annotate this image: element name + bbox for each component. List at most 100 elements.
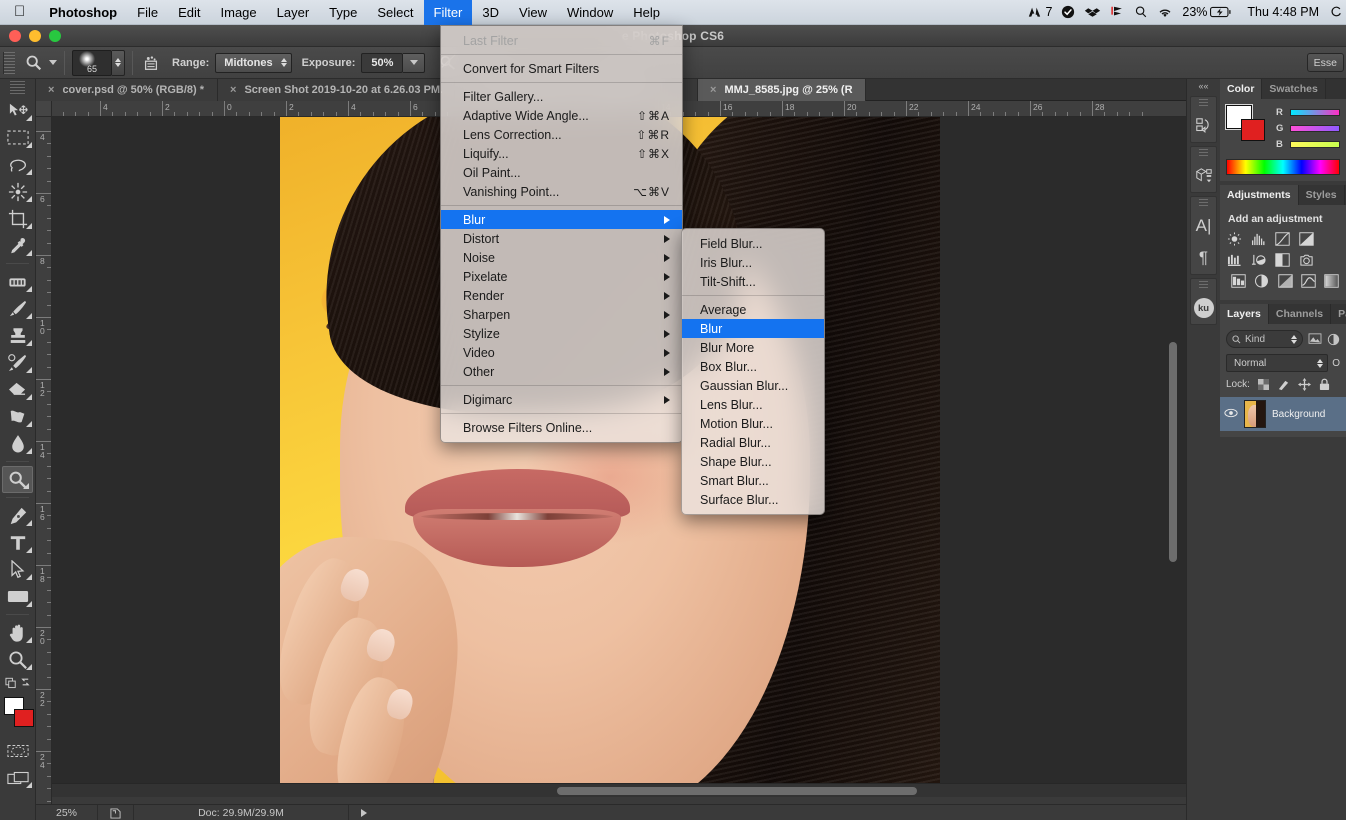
menu-item-gaussian-blur[interactable]: Gaussian Blur...	[682, 376, 824, 395]
menu-item-pixelate[interactable]: Pixelate	[441, 267, 682, 286]
range-select[interactable]: Midtones	[215, 52, 292, 73]
posterize-icon[interactable]	[1300, 273, 1316, 288]
panel-rail-grip[interactable]	[1199, 99, 1208, 108]
menu-type[interactable]: Type	[319, 0, 367, 25]
screen-mode-icon[interactable]	[0, 764, 35, 791]
dropbox-icon[interactable]	[1084, 6, 1101, 19]
3d-panel-icon[interactable]	[1191, 160, 1216, 192]
pen-tool-icon[interactable]	[0, 502, 35, 529]
history-brush-tool-icon[interactable]	[0, 349, 35, 376]
hand-tool-icon[interactable]	[0, 619, 35, 646]
status-menu-icon[interactable]	[98, 804, 134, 820]
menu-filter[interactable]: Filter	[423, 0, 473, 25]
color-tab-color[interactable]: Color	[1220, 79, 1263, 99]
options-bar-grip[interactable]	[3, 51, 15, 74]
levels-icon[interactable]	[1250, 231, 1267, 246]
rectangular-marquee-tool-icon[interactable]	[0, 124, 35, 151]
photo-filter-icon[interactable]	[1230, 273, 1246, 288]
checkmark-circle-icon[interactable]	[1061, 5, 1075, 19]
quick-selection-tool-icon[interactable]	[0, 178, 35, 205]
menu-layer[interactable]: Layer	[267, 0, 320, 25]
color-channel-b[interactable]: B	[1276, 139, 1340, 150]
layer-thumbnail[interactable]	[1244, 400, 1266, 428]
menu-view[interactable]: View	[509, 0, 557, 25]
menu-item-browse-filters-online[interactable]: Browse Filters Online...	[441, 418, 682, 437]
adjustments-tab-styles[interactable]: Styles	[1298, 185, 1345, 205]
lock-position-icon[interactable]	[1297, 378, 1311, 391]
invert-icon[interactable]	[1277, 273, 1293, 288]
tool-preset-chevron-down-icon[interactable]	[49, 60, 57, 65]
vertical-scroll-thumb[interactable]	[1169, 342, 1177, 562]
menu-item-last-filter[interactable]: Last Filter ⌘F	[441, 31, 682, 50]
menu-3d[interactable]: 3D	[472, 0, 509, 25]
channel-slider[interactable]	[1290, 141, 1340, 148]
dodge-tool-icon[interactable]	[2, 466, 33, 493]
vertical-ruler[interactable]: 4 6 8 10 12 14 16 18 20 22 24	[36, 117, 52, 820]
layer-filter-kind-select[interactable]: Kind	[1226, 330, 1303, 348]
color-tab-swatches[interactable]: Swatches	[1262, 79, 1326, 99]
filter-menu[interactable]: Last Filter ⌘F Convert for Smart Filters Fi…	[440, 25, 683, 443]
crop-tool-icon[interactable]	[0, 205, 35, 232]
layers-tab-path[interactable]: Path	[1331, 304, 1346, 324]
menu-item-shape-blur[interactable]: Shape Blur...	[682, 452, 824, 471]
brush-preview[interactable]: 65	[72, 49, 112, 76]
hue-saturation-icon[interactable]	[1250, 252, 1267, 267]
menu-item-blur[interactable]: Blur	[682, 319, 824, 338]
menu-item-stylize[interactable]: Stylize	[441, 324, 682, 343]
menu-item-convert-for-smart-filters[interactable]: Convert for Smart Filters	[441, 59, 682, 78]
menu-item-field-blur[interactable]: Field Blur...	[682, 234, 824, 253]
layer-row[interactable]: Background	[1220, 397, 1346, 431]
background-color-swatch[interactable]	[14, 709, 34, 727]
vibrance-icon[interactable]	[1226, 252, 1243, 267]
channel-mixer-icon[interactable]	[1253, 273, 1269, 288]
menu-item-render[interactable]: Render	[441, 286, 682, 305]
filter-pixel-layers-icon[interactable]	[1308, 333, 1322, 345]
layer-visibility-toggle-icon[interactable]	[1224, 405, 1238, 423]
horizontal-scroll-thumb[interactable]	[557, 787, 917, 795]
lock-transparent-pixels-icon[interactable]	[1257, 379, 1269, 390]
siri-icon[interactable]	[1330, 6, 1342, 18]
menu-item-liquify[interactable]: Liquify... ⇧⌘X	[441, 144, 682, 163]
quick-mask-icon[interactable]	[0, 737, 35, 764]
canvas-vertical-scrollbar[interactable]	[1166, 117, 1180, 797]
close-tab-icon[interactable]: ×	[230, 84, 236, 96]
layers-tab-layers[interactable]: Layers	[1220, 304, 1269, 324]
clone-stamp-tool-icon[interactable]	[0, 322, 35, 349]
collapse-panels-icon[interactable]: ««	[1187, 79, 1220, 93]
threshold-icon[interactable]	[1324, 273, 1340, 288]
menu-item-motion-blur[interactable]: Motion Blur...	[682, 414, 824, 433]
menu-item-surface-blur[interactable]: Surface Blur...	[682, 490, 824, 509]
menu-item-blur[interactable]: Blur	[441, 210, 682, 229]
menu-item-digimarc[interactable]: Digimarc	[441, 390, 682, 409]
menu-item-iris-blur[interactable]: Iris Blur...	[682, 253, 824, 272]
brush-tool-icon[interactable]	[0, 295, 35, 322]
menu-item-blur-more[interactable]: Blur More	[682, 338, 824, 357]
menu-item-oil-paint[interactable]: Oil Paint...	[441, 163, 682, 182]
color-spectrum-ramp[interactable]	[1226, 159, 1340, 175]
menu-item-vanishing-point[interactable]: Vanishing Point... ⌥⌘V	[441, 182, 682, 201]
character-panel-icon[interactable]: A|	[1191, 210, 1216, 242]
canvas-horizontal-scrollbar[interactable]	[52, 783, 1186, 797]
menu-item-noise[interactable]: Noise	[441, 248, 682, 267]
curves-icon[interactable]	[1274, 231, 1291, 246]
menu-item-tilt-shift[interactable]: Tilt-Shift...	[682, 272, 824, 291]
swap-colors-row[interactable]	[0, 673, 35, 691]
menu-item-other[interactable]: Other	[441, 362, 682, 381]
brush-picker-button[interactable]	[112, 49, 125, 76]
adjustments-tab-adjustments[interactable]: Adjustments	[1220, 185, 1299, 205]
panel-rail-grip[interactable]	[1199, 149, 1208, 158]
color-background-swatch[interactable]	[1241, 119, 1265, 141]
move-tool-icon[interactable]	[0, 97, 35, 124]
menu-item-distort[interactable]: Distort	[441, 229, 682, 248]
channel-slider[interactable]	[1290, 125, 1340, 132]
menu-item-radial-blur[interactable]: Radial Blur...	[682, 433, 824, 452]
horizontal-type-tool-icon[interactable]	[0, 529, 35, 556]
menu-item-average[interactable]: Average	[682, 300, 824, 319]
menu-image[interactable]: Image	[211, 0, 267, 25]
toggle-brush-panel-icon[interactable]	[140, 52, 162, 74]
menu-item-sharpen[interactable]: Sharpen	[441, 305, 682, 324]
wifi-icon[interactable]	[1157, 6, 1173, 19]
menu-item-video[interactable]: Video	[441, 343, 682, 362]
tools-panel-grip[interactable]	[10, 81, 25, 95]
menu-item-filter-gallery[interactable]: Filter Gallery...	[441, 87, 682, 106]
